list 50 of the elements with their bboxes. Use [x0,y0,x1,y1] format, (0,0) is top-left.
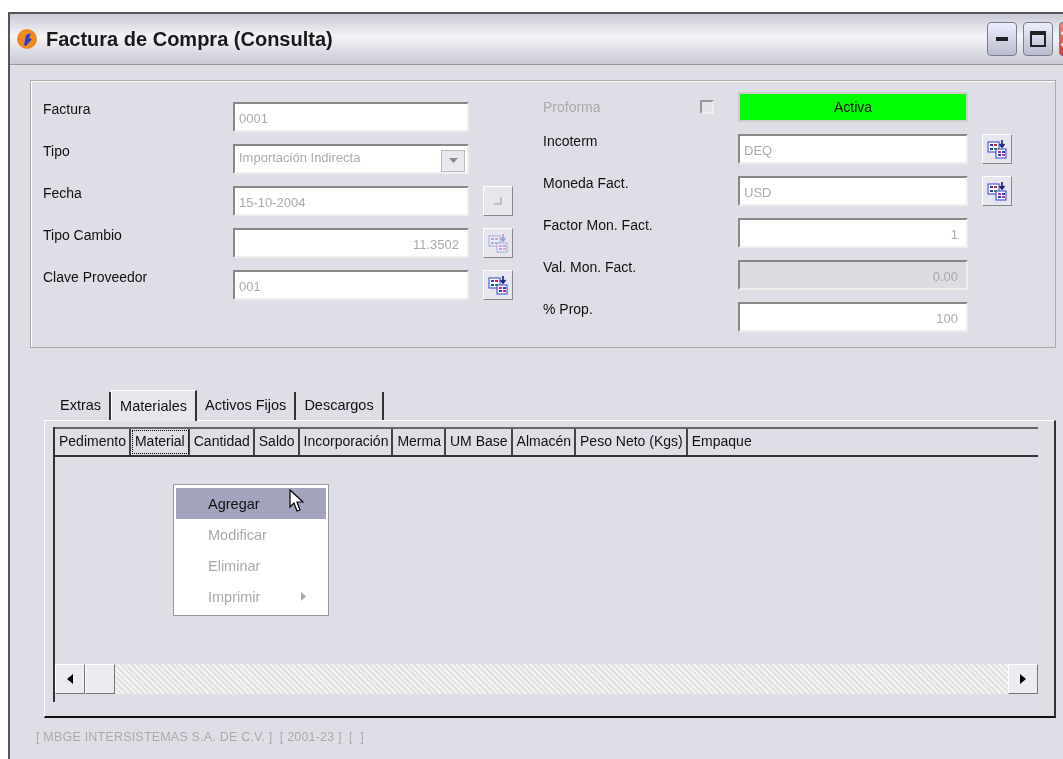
lookup-icon [987,180,1007,201]
mouse-pointer-icon [289,489,305,513]
scroll-left-button[interactable] [55,664,85,694]
lookup-button[interactable] [982,133,1012,164]
maximize-icon [1030,31,1046,47]
column-header[interactable]: UM Base [446,429,513,455]
field-label: Factor Mon. Fact. [543,216,654,233]
column-header[interactable]: Almacén [512,429,577,455]
lookup-button[interactable] [483,269,513,300]
lookup-icon [987,138,1007,159]
field-label: Fecha [43,184,83,201]
minimize-button[interactable] [987,22,1017,56]
right-arrow-icon [1020,674,1026,684]
horizontal-scrollbar[interactable] [55,664,1038,694]
column-header[interactable]: Merma [393,429,446,455]
column-header[interactable]: Saldo [254,429,300,455]
minimize-icon [996,37,1008,41]
status-bar-text: [ MBGE INTERSISTEMAS S.A. DE C.V. ] [ 2001-23 ] [ ] [35,730,365,744]
column-header[interactable]: Material [130,429,190,455]
field-label: Factura [43,100,92,117]
status-indicator: Activa [738,91,968,122]
field-label: Tipo [43,142,71,159]
checkbox-label: Proforma [543,98,601,115]
app-icon [16,28,38,50]
field-label: Clave Proveedor [43,268,149,285]
column-header[interactable]: Peso Neto (Kgs) [576,429,688,455]
left-arrow-icon [67,674,73,684]
column-header[interactable]: Cantidad [189,429,255,455]
date-picker-button[interactable] [483,185,513,216]
field-label: Tipo Cambio [43,226,123,243]
lookup-button[interactable] [982,175,1012,206]
lookup-icon [488,274,508,295]
maximize-button[interactable] [1023,22,1053,56]
field-label: Incoterm [543,132,599,149]
field-label: Val. Mon. Fact. [543,258,638,275]
window-title: Factura de Compra (Consulta) [46,27,333,51]
menu-item[interactable]: Agregar [176,488,326,519]
tab[interactable]: Activos Fijos [197,392,297,420]
scroll-thumb[interactable] [85,664,115,694]
column-header[interactable]: Empaque [687,429,755,455]
field-label: Moneda Fact. [543,174,630,191]
column-header[interactable]: Incorporación [299,429,394,455]
tab[interactable]: Materiales [111,390,197,421]
scroll-right-button[interactable] [1008,664,1038,694]
column-header[interactable]: Pedimento [55,429,131,455]
corner-icon [494,196,502,205]
lookup-icon [488,232,508,253]
tab[interactable]: Descargos [296,392,384,420]
submenu-arrow-icon [301,592,306,601]
field-label: % Prop. [543,300,594,317]
